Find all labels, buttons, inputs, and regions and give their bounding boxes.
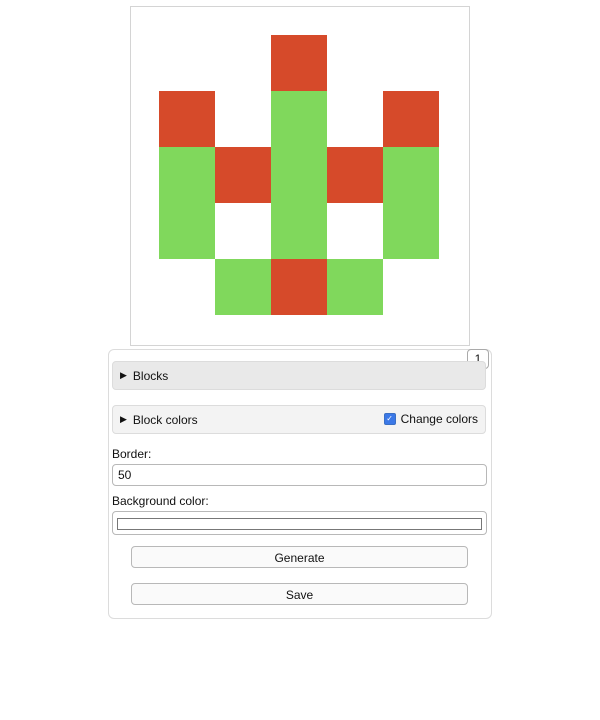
block-colors-label: Block colors (132, 412, 198, 427)
generate-button[interactable]: Generate (131, 546, 468, 568)
green-block (271, 203, 327, 259)
blocks-section-toggle[interactable]: ▶ Blocks (112, 361, 486, 390)
block-colors-section-toggle[interactable]: ▶ Block colors ✓ Change colors (112, 405, 486, 434)
change-colors-toggle[interactable]: ✓ Change colors (383, 412, 478, 426)
green-block (383, 203, 439, 259)
expand-triangle-icon: ▶ (120, 370, 127, 380)
green-block (383, 147, 439, 203)
green-block (159, 203, 215, 259)
expand-triangle-icon: ▶ (120, 414, 127, 424)
save-button[interactable]: Save (131, 583, 468, 605)
red-block (383, 91, 439, 147)
background-color-swatch (117, 518, 482, 530)
red-block (159, 91, 215, 147)
green-block (271, 147, 327, 203)
change-colors-label: Change colors (400, 412, 478, 426)
background-color-label: Background color: (112, 494, 209, 508)
red-block (271, 35, 327, 91)
red-block (215, 147, 271, 203)
background-color-input[interactable] (112, 511, 487, 535)
green-block (327, 259, 383, 315)
pattern-svg (159, 35, 439, 315)
green-block (215, 259, 271, 315)
green-block (159, 147, 215, 203)
border-label: Border: (112, 447, 152, 461)
green-block (271, 91, 327, 147)
red-block (271, 259, 327, 315)
red-block (327, 147, 383, 203)
blocks-label: Blocks (132, 368, 169, 383)
border-input[interactable]: 50 (112, 464, 487, 486)
change-colors-checkbox[interactable]: ✓ (383, 413, 396, 425)
pattern-canvas (130, 6, 470, 346)
